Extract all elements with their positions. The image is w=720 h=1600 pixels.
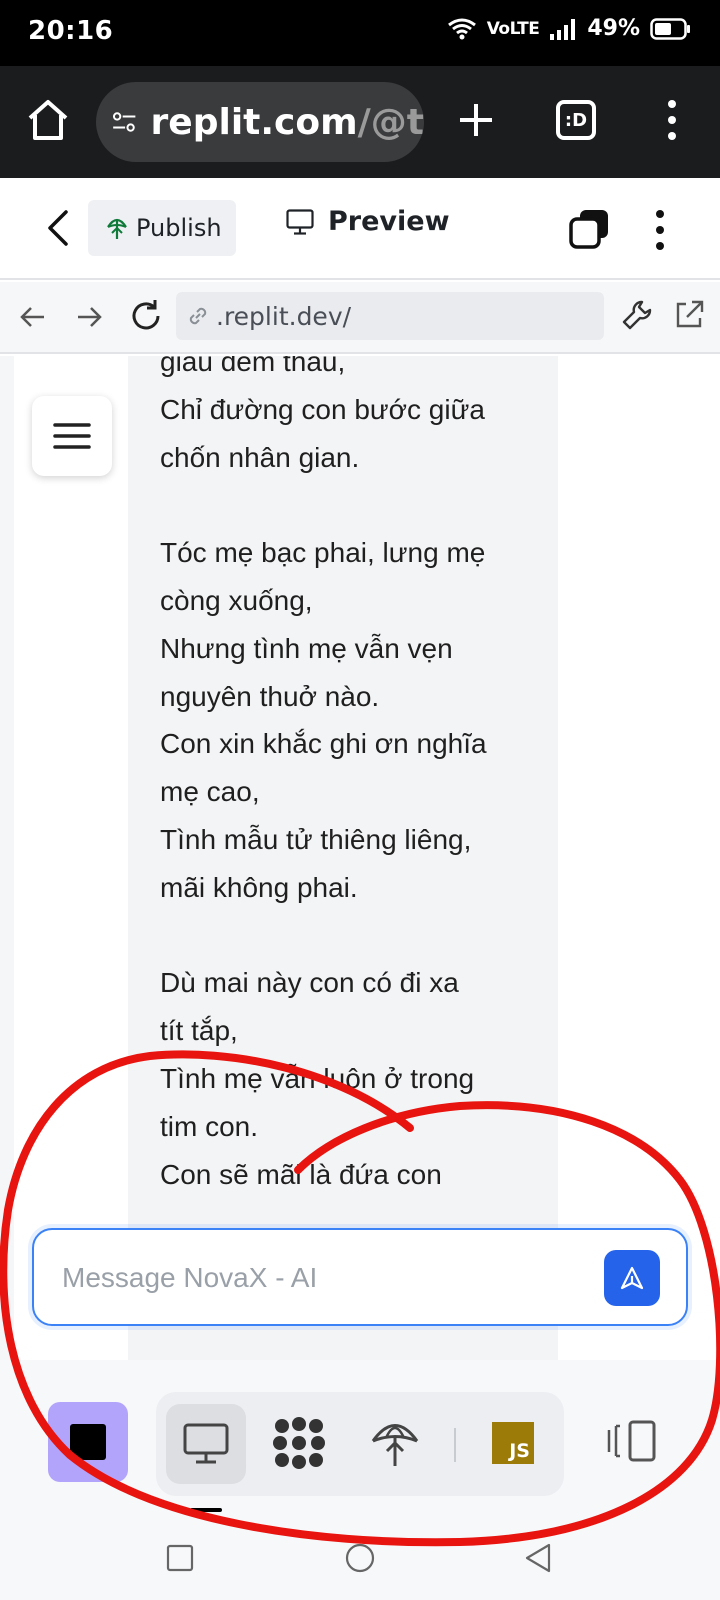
bottom-toolbar: JS bbox=[0, 1360, 720, 1520]
url-bar[interactable]: replit.com/@t bbox=[96, 82, 424, 162]
deploy-icon[interactable] bbox=[368, 1416, 422, 1470]
battery-icon bbox=[650, 17, 690, 40]
more-vertical-icon[interactable] bbox=[660, 98, 684, 142]
open-external-icon[interactable] bbox=[672, 298, 706, 332]
agent-icon[interactable] bbox=[272, 1416, 326, 1470]
replit-header: Publish Preview bbox=[0, 178, 720, 280]
send-button[interactable] bbox=[604, 1250, 660, 1306]
more-vertical-icon[interactable] bbox=[650, 208, 670, 252]
wifi-icon bbox=[447, 18, 476, 39]
url-path: /@t bbox=[357, 101, 424, 143]
status-indicators: VoLTE 49% bbox=[447, 16, 692, 41]
link-icon bbox=[189, 307, 207, 325]
stop-icon bbox=[70, 1424, 106, 1460]
publish-label: Publish bbox=[136, 214, 222, 242]
arrow-right-icon[interactable] bbox=[74, 302, 104, 332]
tool-preview-button[interactable] bbox=[166, 1404, 246, 1484]
browser-toolbar: replit.com/@t :D bbox=[0, 66, 720, 178]
webview-toolbar: .replit.dev/ bbox=[0, 282, 720, 354]
webview-address-field[interactable]: .replit.dev/ bbox=[176, 292, 604, 340]
signal-icon bbox=[550, 18, 576, 40]
active-tab-indicator bbox=[190, 1508, 222, 1512]
menu-icon bbox=[53, 423, 91, 449]
send-icon bbox=[620, 1266, 644, 1290]
tab-switcher-button[interactable]: :D bbox=[556, 100, 596, 140]
preview-label: Preview bbox=[328, 206, 450, 237]
status-bar: 20:16 VoLTE 49% bbox=[0, 0, 720, 66]
system-navigation-bar bbox=[0, 1520, 720, 1600]
stop-button[interactable] bbox=[48, 1402, 128, 1482]
hamburger-menu-button[interactable] bbox=[32, 396, 112, 476]
arrow-left-icon[interactable] bbox=[18, 302, 48, 332]
toolbar-divider bbox=[454, 1428, 456, 1462]
url-text: replit.com/@t bbox=[151, 102, 424, 143]
webview-address-text: .replit.dev/ bbox=[216, 301, 352, 331]
back-triangle-icon[interactable] bbox=[524, 1542, 552, 1574]
message-composer bbox=[32, 1228, 688, 1326]
home-icon[interactable] bbox=[24, 96, 72, 144]
publish-icon bbox=[107, 218, 127, 239]
recent-apps-icon[interactable] bbox=[166, 1544, 194, 1572]
site-settings-icon[interactable] bbox=[110, 104, 139, 140]
poem-text: giàu đêm thâu, Chỉ đường con bước giữa c… bbox=[160, 356, 487, 1285]
publish-button[interactable]: Publish bbox=[88, 200, 236, 256]
layers-icon[interactable] bbox=[568, 208, 610, 250]
reload-icon[interactable] bbox=[128, 298, 164, 334]
panel-toggle-icon[interactable] bbox=[606, 1418, 658, 1464]
status-time: 20:16 bbox=[28, 16, 114, 46]
home-circle-icon[interactable] bbox=[344, 1542, 376, 1574]
preview-tab[interactable]: Preview bbox=[286, 206, 450, 237]
wrench-icon[interactable] bbox=[620, 298, 654, 332]
new-tab-icon[interactable] bbox=[452, 96, 500, 144]
url-host: replit.com bbox=[150, 101, 358, 143]
tool-group: JS bbox=[156, 1392, 564, 1496]
js-file-button[interactable]: JS bbox=[492, 1422, 534, 1464]
monitor-icon bbox=[286, 208, 314, 235]
battery-percent: 49% bbox=[587, 16, 640, 41]
chevron-left-icon[interactable] bbox=[44, 208, 72, 248]
network-type: VoLTE bbox=[486, 18, 540, 39]
preview-content: giàu đêm thâu, Chỉ đường con bước giữa c… bbox=[0, 356, 720, 1360]
message-input[interactable] bbox=[62, 1254, 582, 1302]
content-edge bbox=[0, 356, 14, 1360]
monitor-icon bbox=[183, 1423, 229, 1464]
